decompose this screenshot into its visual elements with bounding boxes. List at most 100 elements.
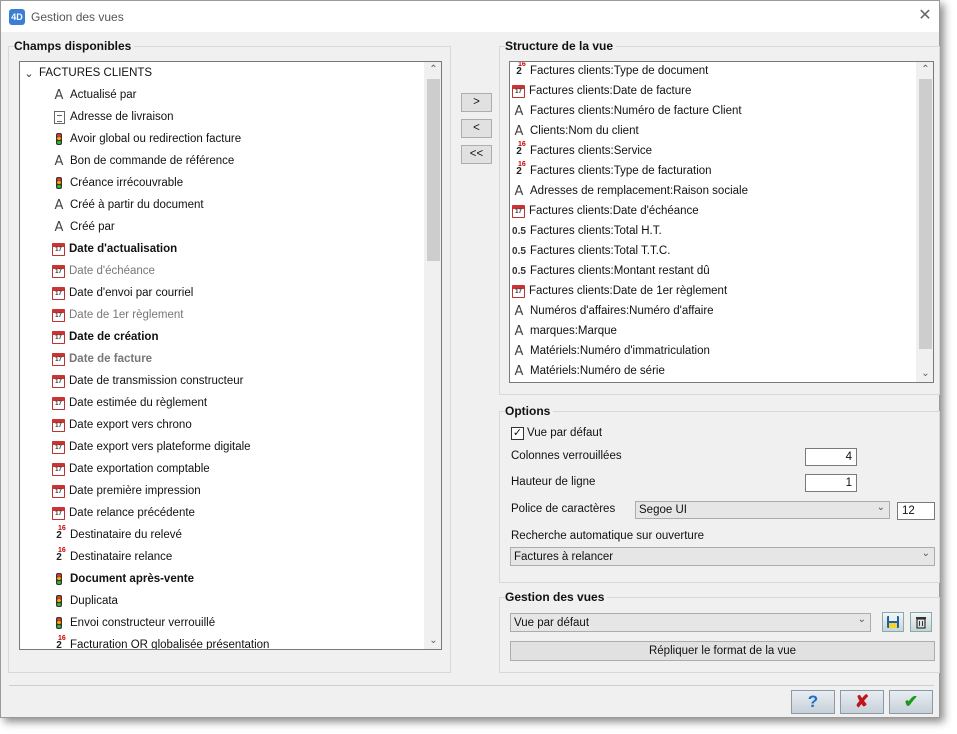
available-field-item[interactable]: 17 Date export vers plateforme digitale [52,436,251,458]
structure-field-item[interactable]: 17 Factures clients:Date de 1er règlement [512,281,727,301]
replicate-view-format-button[interactable]: Répliquer le format de la vue [510,641,935,661]
available-field-label: Date d'envoi par courriel [69,287,194,299]
view-select-value: Vue par défaut [514,616,590,629]
tree-root-factures-clients[interactable]: ⌄ FACTURES CLIENTS [22,62,152,84]
structure-field-label: Factures clients:Date d'échéance [529,205,699,217]
available-field-item[interactable]: 17 Date export vers chrono [52,414,192,436]
locked-columns-input[interactable]: 4 [805,448,857,466]
available-field-item[interactable]: Créance irrécouvrable [52,172,183,194]
date-field-icon: 17 [52,352,65,366]
structure-field-item[interactable]: 0.5 Factures clients:Total T.T.C. [512,241,670,261]
available-field-item[interactable]: Avoir global ou redirection facture [52,128,241,150]
view-select[interactable]: Vue par défaut ⌄ [510,613,871,632]
available-field-item[interactable]: 17 Date de transmission constructeur [52,370,244,392]
structure-field-item[interactable]: 17 Factures clients:Date d'échéance [512,201,699,221]
available-field-item[interactable]: 17 Date d'échéance [52,260,155,282]
help-button[interactable]: ? [791,690,835,714]
structure-field-item[interactable]: 2 16 Factures clients:Type de document [512,62,708,81]
structure-field-label: marques:Marque [530,325,617,337]
view-structure-list[interactable]: 2 16 Factures clients:Type de document 17 Fa… [509,61,934,383]
available-field-label: Date estimée du règlement [69,397,208,409]
structure-field-item[interactable]: A Adresses de remplacement:Raison sociale [512,181,748,201]
text-field-icon: A [514,303,524,319]
available-field-item[interactable]: 17 Date d'actualisation [52,238,177,260]
available-field-item[interactable]: 17 Date de création [52,326,158,348]
date-field-icon: 17 [52,462,65,476]
structure-field-item[interactable]: 0.5 Factures clients:Montant restant dû [512,261,710,281]
available-field-item[interactable]: 2 16 Facturation OR globalisée présentatio… [52,634,269,649]
structure-field-label: Numéros d'affaires:Numéro d'affaire [530,305,714,317]
font-size-input[interactable]: 12 [897,502,935,520]
remove-all-fields-button[interactable]: << [461,145,492,164]
structure-field-label: Factures clients:Numéro de facture Clien… [530,105,742,117]
save-view-button[interactable] [882,612,904,632]
structure-field-item[interactable]: A Clients:Nom du client [512,121,639,141]
available-field-item[interactable]: 17 Date de facture [52,348,152,370]
structure-scrollbar[interactable]: ⌃ ⌄ [916,62,933,382]
available-field-item[interactable]: 17 Date exportation comptable [52,458,210,480]
floppy-disk-icon [887,616,899,628]
structure-field-item[interactable]: 2 16 Factures clients:Type de facturation [512,161,711,181]
gestion-des-vues-dialog: 4D Gestion des vues ✕ Champs disponibles… [0,0,940,718]
available-field-label: Duplicata [70,595,118,607]
structure-field-item[interactable]: A Numéros d'affaires:Numéro d'affaire [512,301,714,321]
scroll-up-arrow-icon[interactable]: ⌃ [917,62,933,78]
available-field-item[interactable]: A Créé à partir du document [52,194,204,216]
available-fields-label: Champs disponibles [14,39,135,53]
available-field-label: Adresse de livraison [70,111,174,123]
chevron-down-icon: ⌄ [921,548,930,559]
available-field-item[interactable]: Duplicata [52,590,118,612]
available-scrollbar[interactable]: ⌃ ⌄ [424,62,441,649]
scroll-up-arrow-icon[interactable]: ⌃ [425,62,441,78]
remove-field-button[interactable]: < [461,119,492,138]
font-select[interactable]: Segoe UI ⌄ [635,501,890,519]
scroll-thumb[interactable] [919,79,932,349]
structure-field-item[interactable]: 2 16 Factures clients:Service [512,141,652,161]
available-fields-list[interactable]: ⌄ FACTURES CLIENTS A Actualisé par Adresse… [19,61,442,650]
delete-view-button[interactable] [910,612,932,632]
font-label: Police de caractères [511,503,616,515]
available-field-item[interactable]: 17 Date relance précédente [52,502,195,524]
structure-field-item[interactable]: 17 Factures clients:Date de facture [512,81,691,101]
ok-button[interactable]: ✔ [889,690,933,714]
available-field-item[interactable]: Envoi constructeur verrouillé [52,612,215,634]
date-field-icon: 17 [512,84,525,98]
text-field-icon: A [514,343,524,359]
row-height-input[interactable]: 1 [805,474,857,492]
structure-field-item[interactable]: 0.5 Factures clients:Total H.T. [512,221,662,241]
text-field-icon: A [514,363,524,379]
scroll-thumb[interactable] [427,79,440,261]
available-field-label: Date export vers chrono [69,419,192,431]
date-field-icon: 17 [52,286,65,300]
scroll-down-arrow-icon[interactable]: ⌄ [917,366,933,382]
tree-collapse-chevron-icon[interactable]: ⌄ [22,66,36,80]
available-field-item[interactable]: 2 16 Destinataire du relevé [52,524,182,546]
scroll-down-arrow-icon[interactable]: ⌄ [425,633,441,649]
structure-field-item[interactable]: A Matériels:Numéro d'immatriculation [512,341,710,361]
available-field-item[interactable]: Adresse de livraison [52,106,174,128]
date-field-icon: 17 [52,308,65,322]
structure-field-item[interactable]: A Factures clients:Numéro de facture Clie… [512,101,742,121]
available-field-item[interactable]: 17 Date première impression [52,480,201,502]
add-field-button[interactable]: > [461,93,492,112]
available-field-item[interactable]: A Bon de commande de référence [52,150,235,172]
available-field-item[interactable]: 17 Date d'envoi par courriel [52,282,193,304]
available-field-label: Envoi constructeur verrouillé [70,617,216,629]
available-field-item[interactable]: Document après-vente [52,568,194,590]
chevron-down-icon: ⌄ [857,614,866,625]
available-field-item[interactable]: A Créé par [52,216,115,238]
available-field-item[interactable]: 2 16 Destinataire relance [52,546,172,568]
cancel-button[interactable]: ✘ [840,690,884,714]
available-field-item[interactable]: 17 Date estimée du règlement [52,392,207,414]
structure-field-item[interactable]: A Matériels:Numéro de série [512,361,665,381]
available-field-label: Date de création [69,331,159,343]
window-title: Gestion des vues [31,9,124,24]
available-field-item[interactable]: A Actualisé par [52,84,137,106]
close-icon[interactable]: ✕ [915,6,935,26]
auto-search-select[interactable]: Factures à relancer ⌄ [510,547,935,566]
default-view-label[interactable]: Vue par défaut [527,427,602,439]
available-field-label: Avoir global ou redirection facture [70,133,242,145]
available-field-item[interactable]: 17 Date de 1er règlement [52,304,183,326]
structure-field-item[interactable]: Amarques:Marque [512,321,617,341]
default-view-checkbox[interactable]: ✓ [511,427,524,440]
